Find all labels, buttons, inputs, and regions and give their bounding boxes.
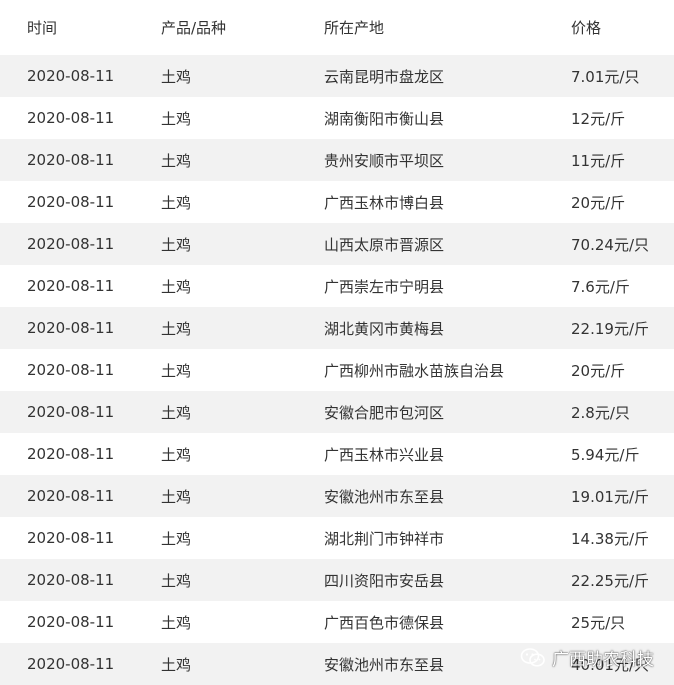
cell-product: 土鸡 (161, 487, 192, 506)
cell-price: 22.25元/斤 (571, 571, 649, 590)
cell-price: 20元/斤 (571, 361, 626, 380)
cell-date: 2020-08-11 (27, 277, 115, 295)
cell-origin: 广西玉林市兴业县 (324, 445, 445, 464)
cell-date: 2020-08-11 (27, 403, 115, 421)
cell-product: 土鸡 (161, 571, 192, 590)
cell-origin: 山西太原市晋源区 (324, 235, 445, 254)
table-row: 2020-08-11 土鸡 湖南衡阳市衡山县 12元/斤 (0, 97, 674, 139)
cell-product: 土鸡 (161, 445, 192, 464)
cell-price: 7.01元/只 (571, 67, 640, 86)
cell-date: 2020-08-11 (27, 67, 115, 85)
cell-product: 土鸡 (161, 403, 192, 422)
table-row: 2020-08-11 土鸡 安徽池州市东至县 19.01元/斤 (0, 475, 674, 517)
cell-product: 土鸡 (161, 193, 192, 212)
cell-origin: 安徽池州市东至县 (324, 487, 445, 506)
wechat-icon (520, 647, 546, 669)
cell-product: 土鸡 (161, 235, 192, 254)
watermark-text: 广西助农科技 (552, 650, 654, 670)
cell-origin: 广西玉林市博白县 (324, 193, 445, 212)
cell-date: 2020-08-11 (27, 613, 115, 631)
cell-date: 2020-08-11 (27, 361, 115, 379)
table-row: 2020-08-11 土鸡 山西太原市晋源区 70.24元/只 (0, 223, 674, 265)
table-row: 2020-08-11 土鸡 广西百色市德保县 25元/只 (0, 601, 674, 643)
table-row: 2020-08-11 土鸡 广西玉林市博白县 20元/斤 (0, 181, 674, 223)
cell-date: 2020-08-11 (27, 655, 115, 673)
cell-date: 2020-08-11 (27, 193, 115, 211)
table-body: 2020-08-11 土鸡 云南昆明市盘龙区 7.01元/只 2020-08-11 土鸡湖… (0, 55, 674, 685)
cell-product: 土鸡 (161, 319, 192, 338)
cell-origin: 湖南衡阳市衡山县 (324, 109, 445, 128)
cell-price: 20元/斤 (571, 193, 626, 212)
cell-price: 70.24元/只 (571, 235, 649, 254)
cell-price: 5.94元/斤 (571, 445, 640, 464)
cell-product: 土鸡 (161, 67, 192, 86)
cell-date: 2020-08-11 (27, 571, 115, 589)
table-row: 2020-08-11 土鸡 广西柳州市融水苗族自治县 20元/斤 (0, 349, 674, 391)
cell-date: 2020-08-11 (27, 319, 115, 337)
cell-price: 22.19元/斤 (571, 319, 649, 338)
table-row: 2020-08-11 土鸡 广西崇左市宁明县 7.6元/斤 (0, 265, 674, 307)
price-table: 时间 产品/品种 所在产地 价格 2020-08-11 土鸡 云南昆明市盘龙区 7.0… (0, 0, 674, 685)
cell-origin: 湖北荆门市钟祥市 (324, 529, 445, 548)
cell-price: 12元/斤 (571, 109, 626, 128)
cell-price: 7.6元/斤 (571, 277, 630, 296)
cell-origin: 安徽池州市东至县 (324, 655, 445, 674)
cell-price: 25元/只 (571, 613, 626, 632)
cell-price: 2.8元/只 (571, 403, 630, 422)
header-date: 时间 (27, 19, 58, 37)
table-row: 2020-08-11 土鸡 湖北荆门市钟祥市 14.38元/斤 (0, 517, 674, 559)
cell-product: 土鸡 (161, 361, 192, 380)
cell-origin: 湖北黄冈市黄梅县 (324, 319, 445, 338)
cell-product: 土鸡 (161, 529, 192, 548)
header-price: 价格 (571, 19, 602, 37)
cell-origin: 广西崇左市宁明县 (324, 277, 445, 296)
cell-date: 2020-08-11 (27, 235, 115, 253)
table-row: 2020-08-11 土鸡 安徽合肥市包河区 2.8元/只 (0, 391, 674, 433)
cell-date: 2020-08-11 (27, 151, 115, 169)
cell-origin: 云南昆明市盘龙区 (324, 67, 445, 86)
cell-origin: 安徽合肥市包河区 (324, 403, 445, 422)
table-row: 2020-08-11 土鸡 广西玉林市兴业县 5.94元/斤 (0, 433, 674, 475)
cell-origin: 贵州安顺市平坝区 (324, 151, 445, 170)
cell-origin: 四川资阳市安岳县 (324, 571, 445, 590)
cell-origin: 广西百色市德保县 (324, 613, 445, 632)
table-row: 2020-08-11 土鸡 贵州安顺市平坝区 11元/斤 (0, 139, 674, 181)
cell-date: 2020-08-11 (27, 109, 115, 127)
header-product: 产品/品种 (161, 19, 227, 37)
cell-date: 2020-08-11 (27, 487, 115, 505)
cell-price: 19.01元/斤 (571, 487, 649, 506)
cell-origin: 广西柳州市融水苗族自治县 (324, 361, 505, 380)
table-row: 2020-08-11 土鸡 四川资阳市安岳县 22.25元/斤 (0, 559, 674, 601)
cell-product: 土鸡 (161, 109, 192, 128)
header-origin: 所在产地 (324, 19, 385, 37)
cell-price: 14.38元/斤 (571, 529, 649, 548)
cell-product: 土鸡 (161, 151, 192, 170)
watermark: 广西助农科技 (520, 645, 654, 670)
cell-price: 11元/斤 (571, 151, 626, 170)
cell-product: 土鸡 (161, 277, 192, 296)
cell-date: 2020-08-11 (27, 445, 115, 463)
cell-product: 土鸡 (161, 613, 192, 632)
table-row: 2020-08-11 土鸡 湖北黄冈市黄梅县 22.19元/斤 (0, 307, 674, 349)
table-header: 时间 产品/品种 所在产地 价格 (0, 0, 674, 55)
cell-date: 2020-08-11 (27, 529, 115, 547)
cell-product: 土鸡 (161, 655, 192, 674)
table-row: 2020-08-11 土鸡 云南昆明市盘龙区 7.01元/只 (0, 55, 674, 97)
